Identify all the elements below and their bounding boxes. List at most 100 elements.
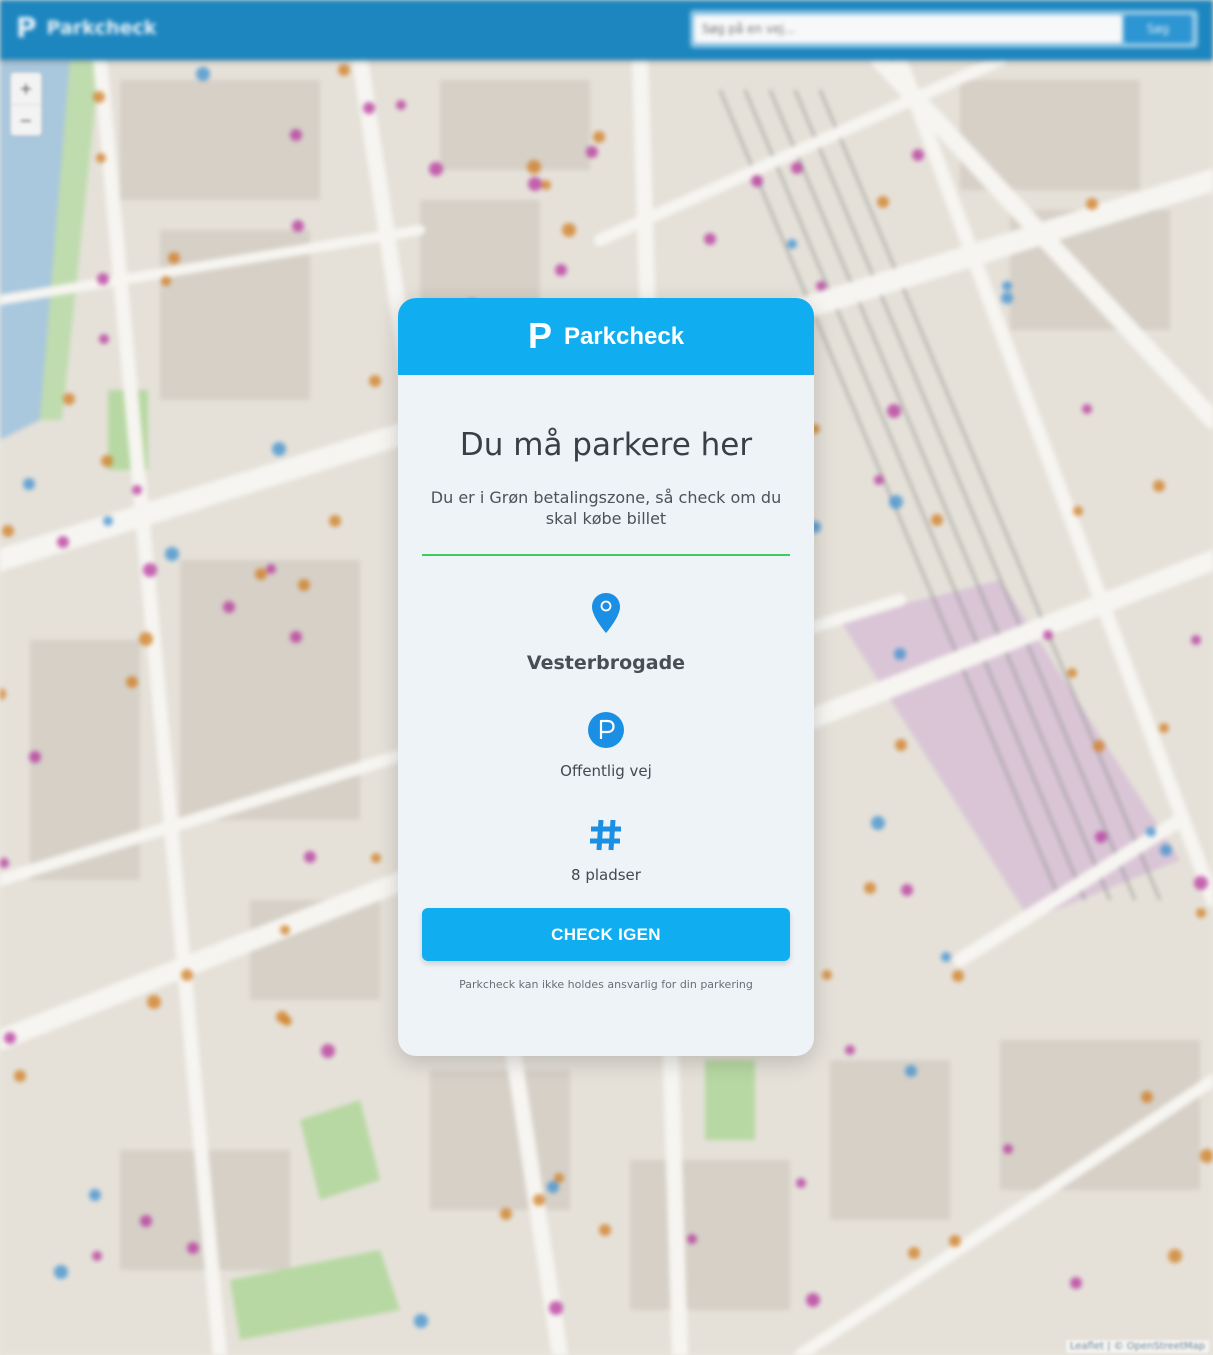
map-poi-marker xyxy=(527,160,541,174)
map-poi-marker xyxy=(787,239,797,249)
map-poi-marker xyxy=(791,162,803,174)
map-poi-marker xyxy=(586,146,598,158)
map-poi-marker xyxy=(290,129,302,141)
map-poi-marker xyxy=(140,1215,152,1227)
map-poi-marker xyxy=(931,514,943,526)
map-poi-marker xyxy=(369,375,381,387)
map-poi-marker xyxy=(1086,198,1098,210)
map-poi-marker xyxy=(704,233,716,245)
zone-description: Du er i Grøn betalingszone, så check om … xyxy=(430,488,782,528)
map-zoom-control: + − xyxy=(10,72,42,136)
map-poi-marker xyxy=(126,676,138,688)
map-poi-marker xyxy=(168,252,180,264)
map-poi-marker xyxy=(371,853,381,863)
map-poi-marker xyxy=(1093,740,1105,752)
map-poi-marker xyxy=(889,495,903,509)
zoom-out-button[interactable]: − xyxy=(11,105,41,136)
map-poi-marker xyxy=(338,64,350,76)
map-poi-marker xyxy=(329,515,341,527)
map-poi-marker xyxy=(101,455,113,467)
map-poi-marker xyxy=(901,884,913,896)
map-poi-marker xyxy=(280,925,290,935)
map-poi-marker xyxy=(1073,506,1083,516)
map-poi-marker xyxy=(952,970,964,982)
map-poi-marker xyxy=(2,525,14,537)
map-poi-marker xyxy=(63,393,75,405)
map-poi-marker xyxy=(816,281,826,291)
map-poi-marker xyxy=(57,536,69,548)
map-poi-marker xyxy=(276,1011,288,1023)
map-poi-marker xyxy=(528,177,542,191)
map-poi-marker xyxy=(165,547,179,561)
map-poi-marker xyxy=(549,1301,563,1315)
map-attribution[interactable]: Leaflet | © OpenStreetMap xyxy=(1065,1340,1209,1353)
street-name: Vesterbrogade xyxy=(526,652,686,674)
map-poi-marker xyxy=(414,1314,428,1328)
map-poi-marker xyxy=(887,404,901,418)
map-poi-marker xyxy=(912,149,924,161)
map-poi-marker xyxy=(93,91,105,103)
modal-header: P Parkcheck xyxy=(398,298,814,375)
map-poi-marker xyxy=(14,1070,26,1082)
modal-header-title: Parkcheck xyxy=(563,322,685,350)
check-again-button[interactable]: CHECK IGEN xyxy=(422,908,790,961)
map-poi-marker xyxy=(266,564,276,574)
topbar-brand-name: Parkcheck xyxy=(46,17,157,39)
search-input[interactable] xyxy=(694,15,1122,43)
parking-result-modal: P Parkcheck Du må parkere her Du er i Gr… xyxy=(398,298,814,1056)
map-poi-marker xyxy=(139,632,153,646)
map-poi-marker xyxy=(555,264,567,276)
map-poi-marker xyxy=(1070,1277,1082,1289)
map-poi-marker xyxy=(547,1181,559,1193)
map-poi-marker xyxy=(1067,668,1077,678)
map-poi-marker xyxy=(143,563,157,577)
map-poi-marker xyxy=(1191,635,1201,645)
top-navigation-bar: P Parkcheck Søg xyxy=(0,0,1213,60)
map-poi-marker xyxy=(4,1032,16,1044)
map-poi-marker xyxy=(874,475,884,485)
map-poi-marker xyxy=(845,1045,855,1055)
map-poi-marker xyxy=(599,1224,611,1236)
map-poi-marker xyxy=(1146,827,1156,837)
map-poi-marker xyxy=(187,1242,199,1254)
map-poi-marker xyxy=(396,100,406,110)
map-poi-marker xyxy=(304,851,316,863)
map-poi-marker xyxy=(687,1234,697,1244)
zoom-in-button[interactable]: + xyxy=(11,73,41,105)
map-poi-marker xyxy=(1001,292,1013,304)
map-poi-marker xyxy=(533,1194,545,1206)
map-poi-marker xyxy=(363,102,375,114)
map-poi-marker xyxy=(1194,876,1208,890)
map-poi-marker xyxy=(103,516,113,526)
map-poi-marker xyxy=(1159,723,1169,733)
map-poi-marker xyxy=(1082,404,1092,414)
hash-icon xyxy=(590,819,621,851)
map-poi-marker xyxy=(554,1173,564,1183)
search-button[interactable]: Søg xyxy=(1124,15,1192,43)
map-poi-marker xyxy=(1168,1249,1182,1263)
map-poi-marker xyxy=(96,153,106,163)
map-poi-marker xyxy=(908,1247,920,1259)
map-poi-marker xyxy=(905,1065,917,1077)
map-poi-marker xyxy=(941,952,951,962)
map-poi-marker xyxy=(593,131,605,143)
map-poi-marker xyxy=(255,568,267,580)
topbar-brand[interactable]: P Parkcheck xyxy=(16,14,156,42)
map-poi-marker xyxy=(796,1178,806,1188)
road-type-info: Offentlig vej xyxy=(398,712,814,780)
map-poi-marker xyxy=(161,276,171,286)
search-container: Søg xyxy=(690,10,1198,48)
map-poi-marker xyxy=(1003,1144,1013,1154)
map-poi-marker xyxy=(895,739,907,751)
liability-disclaimer: Parkcheck kan ikke holdes ansvarlig for … xyxy=(459,978,753,991)
map-poi-marker xyxy=(1002,281,1012,291)
map-poi-marker xyxy=(751,175,763,187)
map-poi-marker xyxy=(181,969,193,981)
map-poi-marker xyxy=(97,273,109,285)
map-poi-marker xyxy=(1043,630,1053,640)
topbar-logo-icon: P xyxy=(16,11,37,44)
map-poi-marker xyxy=(541,180,551,190)
map-poi-marker xyxy=(147,995,161,1009)
map-poi-marker xyxy=(29,751,41,763)
street-info: Vesterbrogade xyxy=(398,592,814,674)
